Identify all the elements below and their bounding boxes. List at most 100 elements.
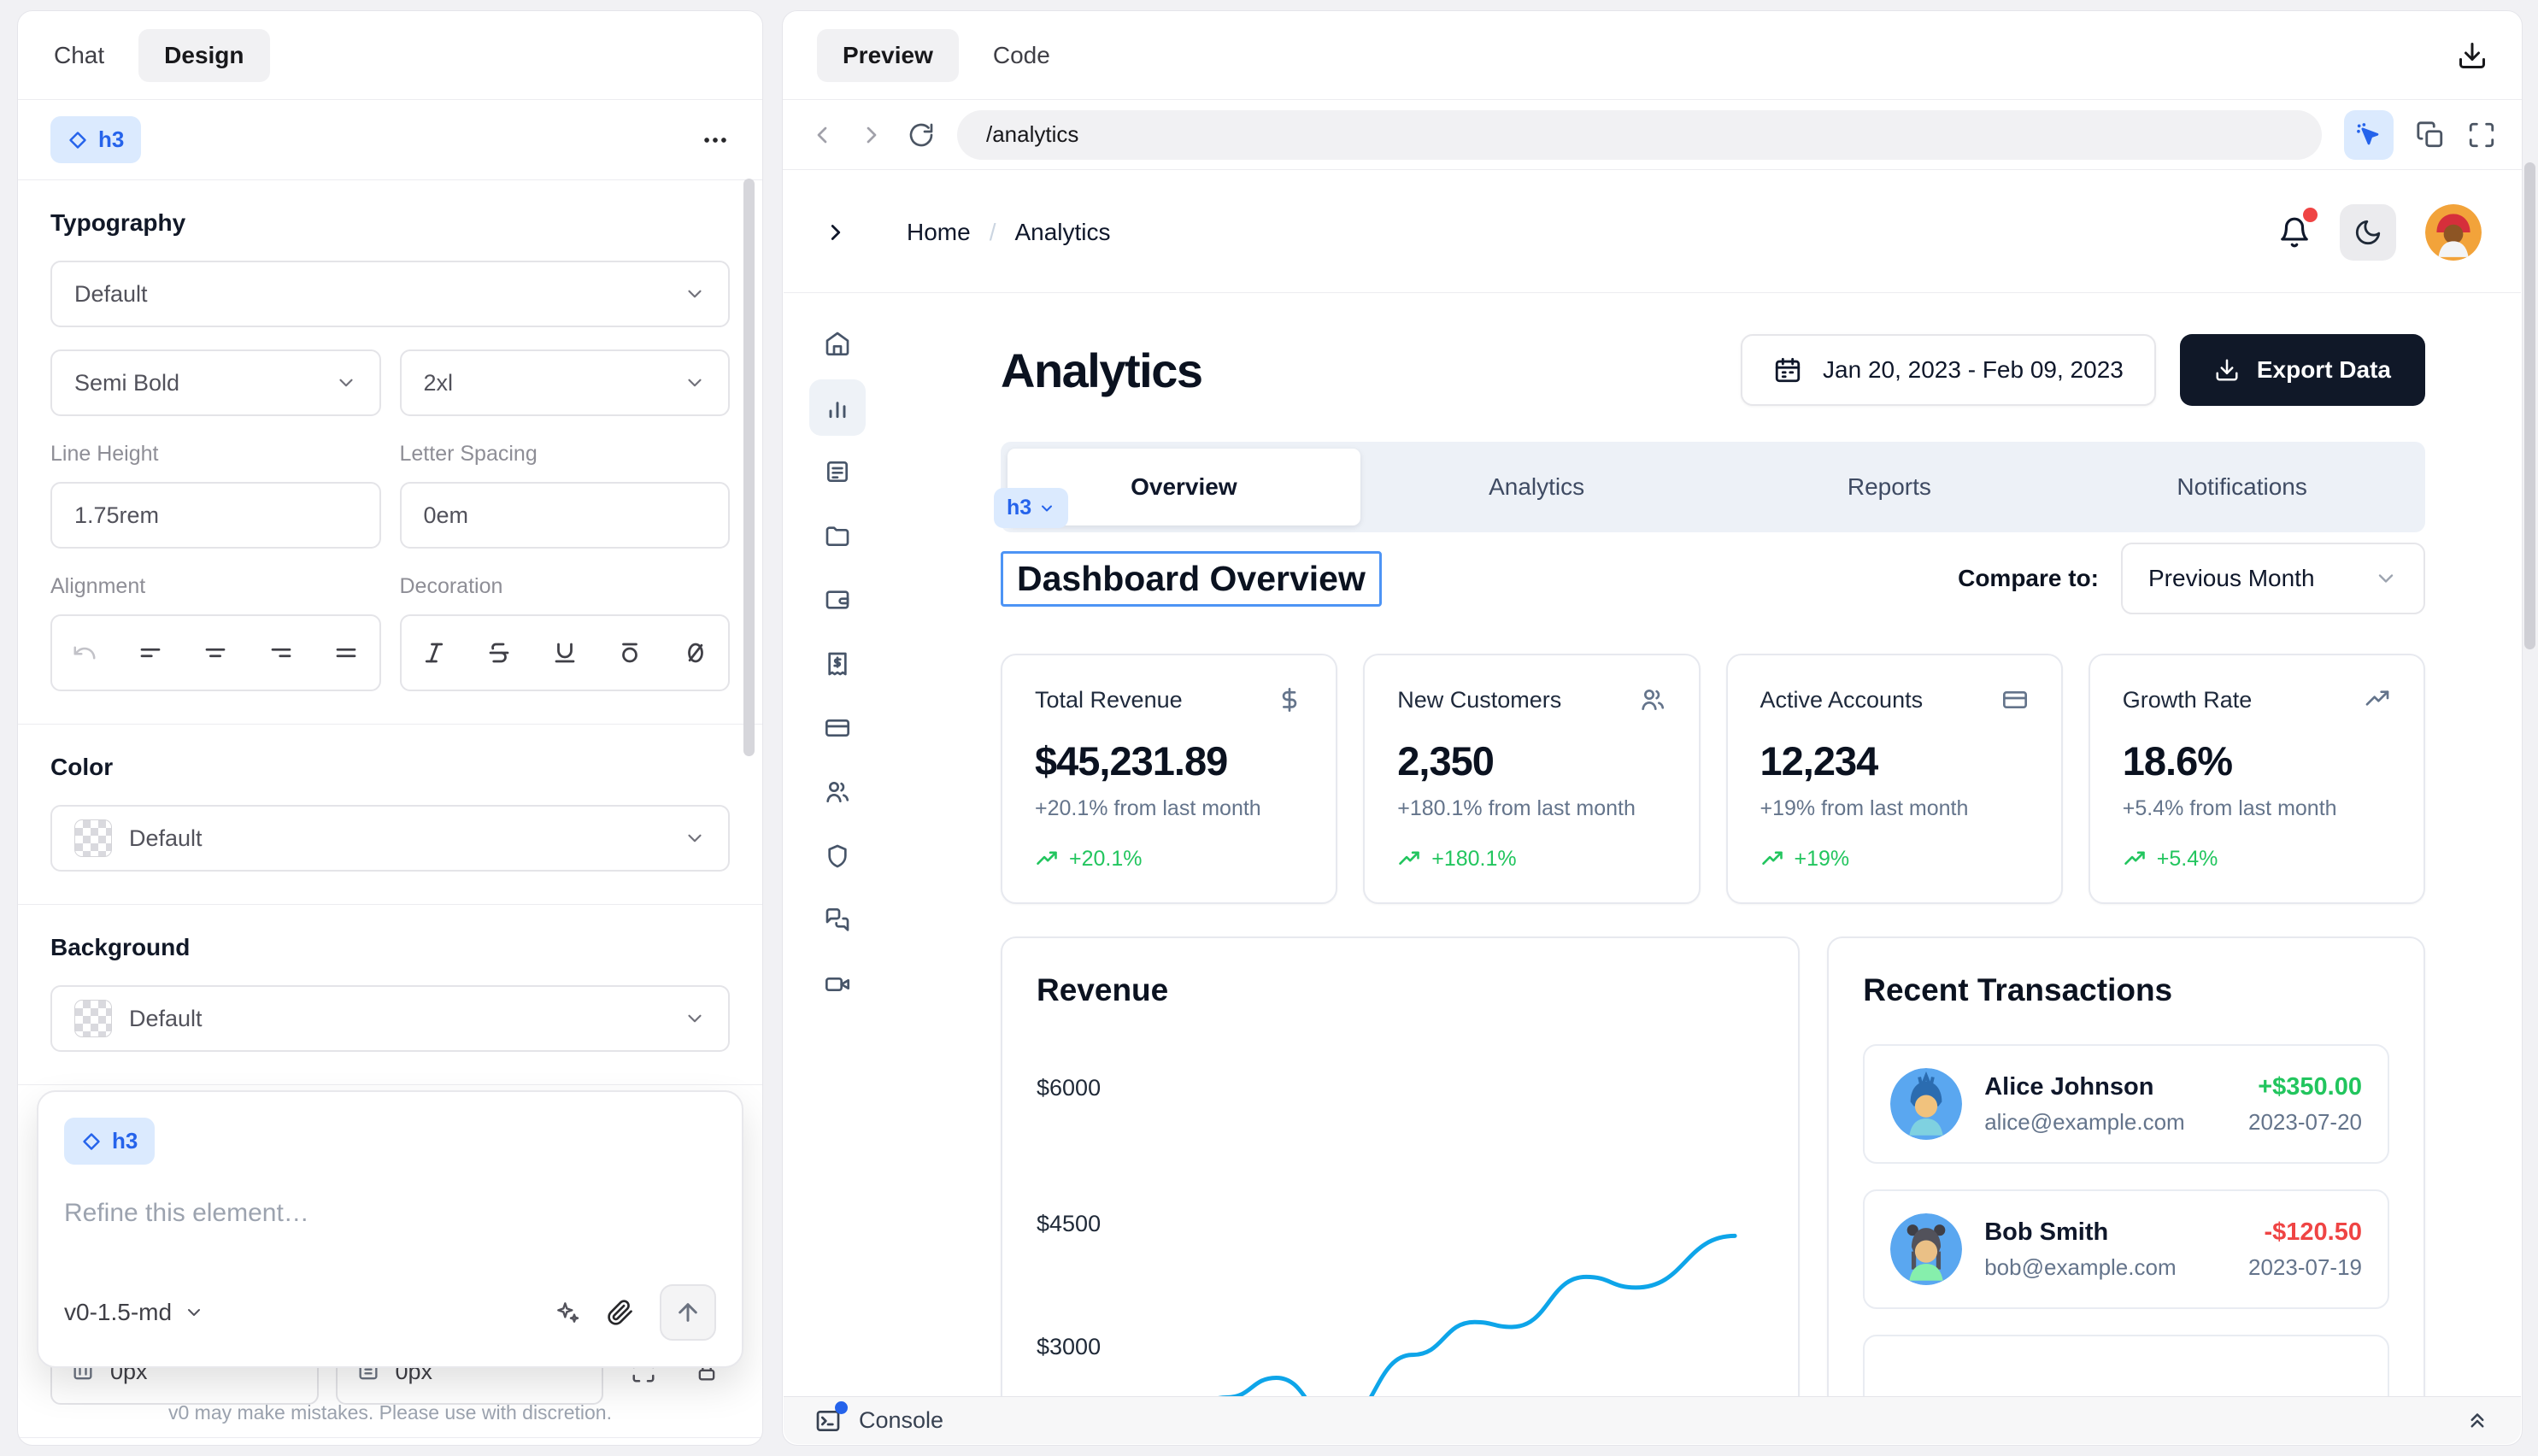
alignment-group bbox=[50, 614, 381, 691]
chevron-down-icon bbox=[684, 827, 706, 849]
paperclip-icon[interactable] bbox=[607, 1299, 634, 1326]
breadcrumb-separator: / bbox=[990, 219, 996, 246]
strikethrough-icon[interactable] bbox=[486, 640, 512, 666]
transaction-date: 2023-07-20 bbox=[2248, 1109, 2362, 1136]
arrow-up-icon bbox=[674, 1299, 702, 1326]
sidebar-item-files[interactable] bbox=[809, 508, 866, 564]
tab-chat[interactable]: Chat bbox=[54, 42, 104, 69]
export-data-button[interactable]: Export Data bbox=[2180, 334, 2425, 406]
color-section: Color Default bbox=[18, 725, 762, 905]
date-range-picker[interactable]: Jan 20, 2023 - Feb 09, 2023 bbox=[1741, 334, 2156, 406]
cursor-sparkle-icon bbox=[2354, 120, 2383, 150]
url-bar[interactable]: /analytics bbox=[957, 110, 2322, 160]
no-decoration-icon[interactable] bbox=[683, 640, 708, 666]
tab-preview[interactable]: Preview bbox=[817, 29, 959, 82]
copy-icon[interactable] bbox=[2416, 120, 2445, 150]
disclaimer-text: v0 may make mistakes. Please use with di… bbox=[18, 1401, 762, 1424]
stat-card-total-revenue: Total Revenue $45,231.89 +20.1% from las… bbox=[1001, 654, 1337, 904]
chevron-down-icon bbox=[684, 283, 706, 305]
breadcrumb: Home / Analytics bbox=[907, 219, 1111, 246]
font-weight-select[interactable]: Semi Bold bbox=[50, 349, 381, 416]
selection-tag-h3[interactable]: h3 bbox=[994, 488, 1068, 528]
font-family-select[interactable]: Default bbox=[50, 261, 730, 327]
fullscreen-icon[interactable] bbox=[2467, 120, 2496, 150]
download-icon[interactable] bbox=[2457, 40, 2488, 71]
sidebar-item-news[interactable] bbox=[809, 443, 866, 500]
console-bar[interactable]: Console bbox=[784, 1396, 2521, 1444]
trending-up-icon bbox=[1760, 848, 1784, 872]
transaction-row[interactable]: Alice Johnson alice@example.com +$350.00… bbox=[1863, 1044, 2389, 1164]
element-chip-h3[interactable]: h3 bbox=[50, 116, 141, 163]
sidebar-item-wallet[interactable] bbox=[809, 572, 866, 628]
transactions-card-title: Recent Transactions bbox=[1863, 972, 2389, 1008]
background-swatch bbox=[74, 1000, 112, 1037]
color-select[interactable]: Default bbox=[50, 805, 730, 872]
dollar-icon bbox=[1276, 686, 1303, 713]
notifications-button[interactable] bbox=[2278, 216, 2311, 249]
letter-spacing-input[interactable]: 0em bbox=[400, 482, 731, 549]
preview-viewport: Home / Analytics bbox=[784, 172, 2521, 1444]
y-tick-4500: $4500 bbox=[1037, 1211, 1101, 1237]
chevron-down-icon bbox=[684, 1007, 706, 1030]
chevrons-up-icon[interactable] bbox=[2465, 1408, 2490, 1434]
transaction-date: 2023-07-19 bbox=[2248, 1254, 2362, 1281]
align-left-icon[interactable] bbox=[138, 640, 163, 666]
tab-notifications[interactable]: Notifications bbox=[2065, 449, 2418, 525]
more-menu-icon[interactable] bbox=[701, 126, 730, 155]
background-select[interactable]: Default bbox=[50, 985, 730, 1052]
selected-heading[interactable]: Dashboard Overview bbox=[1001, 551, 1382, 607]
tab-analytics[interactable]: Analytics bbox=[1360, 449, 1713, 525]
composer-element-chip[interactable]: h3 bbox=[64, 1118, 155, 1165]
refresh-icon[interactable] bbox=[908, 121, 935, 149]
transaction-row[interactable]: Bob Smith bob@example.com -$120.50 2023-… bbox=[1863, 1189, 2389, 1309]
overline-icon[interactable] bbox=[617, 640, 643, 666]
tab-code[interactable]: Code bbox=[993, 42, 1050, 69]
receipt-icon bbox=[824, 650, 851, 678]
align-center-icon[interactable] bbox=[203, 640, 228, 666]
tab-design[interactable]: Design bbox=[138, 29, 269, 82]
line-height-input[interactable]: 1.75rem bbox=[50, 482, 381, 549]
font-size-select[interactable]: 2xl bbox=[400, 349, 731, 416]
tab-reports[interactable]: Reports bbox=[1713, 449, 2066, 525]
decoration-group bbox=[400, 614, 731, 691]
align-justify-icon[interactable] bbox=[333, 640, 359, 666]
sidebar-item-messages[interactable] bbox=[809, 892, 866, 948]
compare-select[interactable]: Previous Month bbox=[2121, 543, 2425, 614]
design-panel-scrollbar[interactable] bbox=[743, 179, 755, 756]
sidebar-item-home[interactable] bbox=[809, 315, 866, 372]
sidebar-item-analytics[interactable] bbox=[809, 379, 866, 436]
model-select[interactable]: v0-1.5-md bbox=[64, 1299, 204, 1326]
sidebar-item-customers[interactable] bbox=[809, 764, 866, 820]
select-element-tool[interactable] bbox=[2344, 110, 2394, 160]
sparkles-icon[interactable] bbox=[554, 1299, 581, 1326]
revenue-chart: $6000 $4500 $3000 bbox=[1037, 1042, 1784, 1444]
users-icon bbox=[824, 778, 851, 806]
undo-icon[interactable] bbox=[72, 640, 97, 666]
sidebar-item-video[interactable] bbox=[809, 956, 866, 1013]
send-button[interactable] bbox=[660, 1284, 716, 1341]
sidebar-toggle-icon[interactable] bbox=[823, 220, 849, 245]
typography-section: Typography Default Semi Bold 2xl Line He… bbox=[18, 180, 762, 725]
underline-icon[interactable] bbox=[552, 640, 578, 666]
align-right-icon[interactable] bbox=[268, 640, 294, 666]
home-icon bbox=[824, 330, 851, 357]
preview-scrollbar[interactable] bbox=[2524, 162, 2535, 649]
refine-input[interactable]: Refine this element… bbox=[64, 1199, 716, 1228]
sidebar-item-security[interactable] bbox=[809, 828, 866, 884]
forward-icon[interactable] bbox=[858, 121, 885, 149]
preview-toolbar: /analytics bbox=[783, 100, 2522, 170]
sidebar-item-cards[interactable] bbox=[809, 700, 866, 756]
trending-up-icon bbox=[1035, 848, 1059, 872]
breadcrumb-home[interactable]: Home bbox=[907, 219, 971, 246]
sidebar-item-billing[interactable] bbox=[809, 636, 866, 692]
italic-icon[interactable] bbox=[421, 640, 447, 666]
diamond-icon bbox=[81, 1131, 102, 1152]
dark-mode-toggle[interactable] bbox=[2340, 204, 2396, 261]
user-avatar[interactable] bbox=[2425, 204, 2482, 261]
dashboard-main: Analytics Jan 20, 2023 - Feb 09, 2023 Ex… bbox=[891, 293, 2521, 1444]
download-icon bbox=[2214, 357, 2240, 383]
bar-chart-icon bbox=[824, 394, 851, 421]
stats-grid: Total Revenue $45,231.89 +20.1% from las… bbox=[1001, 654, 2425, 904]
app-topbar: Home / Analytics bbox=[784, 172, 2521, 293]
back-icon[interactable] bbox=[808, 121, 836, 149]
